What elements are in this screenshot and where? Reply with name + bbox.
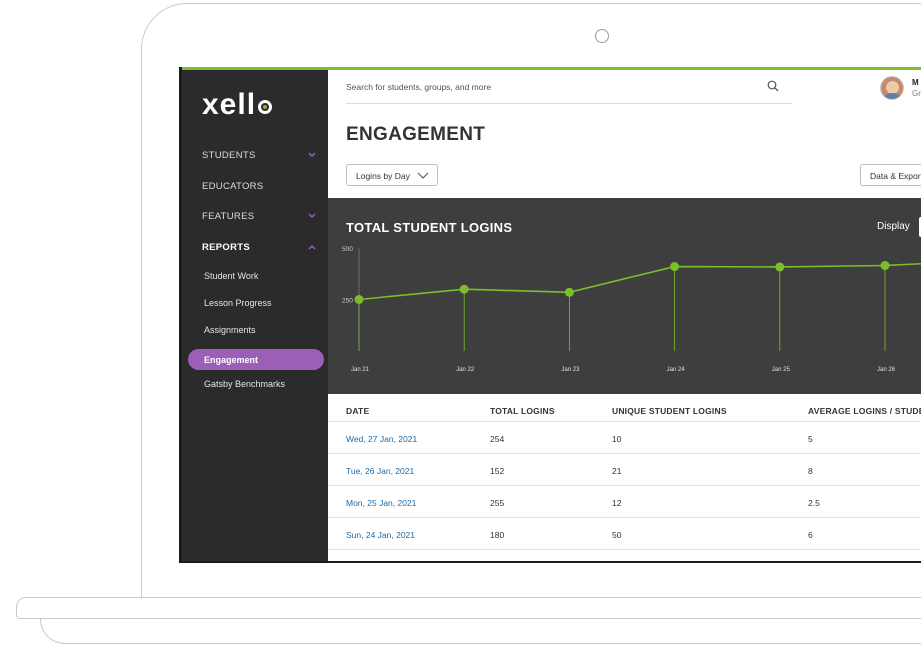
x-tick-label: Jan 21 xyxy=(351,367,370,373)
camera-icon xyxy=(595,29,609,43)
logo-text: xell xyxy=(202,88,257,121)
average-logins-cell: 8 xyxy=(808,466,813,476)
report-type-select[interactable]: Logins by Day xyxy=(346,164,438,186)
sidebar-item-features[interactable]: FEATURES xyxy=(202,211,254,222)
date-link[interactable]: Tue, 26 Jan, 2021 xyxy=(346,466,414,476)
date-link[interactable]: Sun, 24 Jan, 2021 xyxy=(346,530,415,540)
column-header-date[interactable]: DATE xyxy=(346,406,369,416)
sidebar-item-label: FEATURES xyxy=(202,211,255,222)
sidebar-item-label: STUDENTS xyxy=(202,150,256,161)
column-header-total-logins[interactable]: TOTAL LOGINS xyxy=(490,406,555,416)
chevron-down-icon[interactable] xyxy=(308,152,316,158)
data-point xyxy=(354,295,364,304)
sidebar-subitem-assignments[interactable]: Assignments xyxy=(204,325,256,335)
data-point xyxy=(564,287,574,297)
line-chart: 250 500 Jan 21 Jan 22 Jan 23 Jan 24 Jan 25 Jan … xyxy=(342,246,921,373)
series-line xyxy=(358,262,921,301)
table-row: Tue, 26 Jan, 2021 152 21 8 xyxy=(328,453,921,485)
search-icon[interactable] xyxy=(767,80,779,92)
laptop-base xyxy=(16,597,921,619)
sidebar-subitem-student-work[interactable]: Student Work xyxy=(204,271,258,281)
table-row-divider xyxy=(328,549,921,561)
unique-logins-cell: 10 xyxy=(612,434,622,444)
unique-logins-cell: 21 xyxy=(612,466,622,476)
select-value: Logins by Day xyxy=(356,171,410,181)
column-header-average-logins[interactable]: AVERAGE LOGINS / STUDEN xyxy=(808,406,921,416)
data-export-button[interactable]: Data & Export xyxy=(860,164,921,186)
chevron-up-icon[interactable] xyxy=(308,244,316,250)
sidebar-subitem-gatsby-benchmarks[interactable]: Gatsby Benchmarks xyxy=(204,379,285,389)
table-row: Wed, 27 Jan, 2021 254 10 5 xyxy=(328,421,921,453)
sidebar-item-label: REPORTS xyxy=(202,242,251,253)
unique-logins-cell: 50 xyxy=(612,530,622,540)
x-tick-label: Jan 23 xyxy=(561,367,580,373)
x-tick-label: Jan 24 xyxy=(667,367,686,373)
user-subtitle: Gr xyxy=(912,89,921,98)
chart-panel: TOTAL STUDENT LOGINS Display 250 500 Jan 2… xyxy=(328,198,921,394)
avatar[interactable] xyxy=(880,76,904,100)
search-input[interactable]: Search for students, groups, and more xyxy=(346,82,491,92)
data-point xyxy=(775,262,785,272)
sidebar-subitem-engagement-label: Engagement xyxy=(204,355,259,365)
table-row: Mon, 25 Jan, 2021 255 12 2.5 xyxy=(328,485,921,517)
y-tick-label: 500 xyxy=(342,246,353,253)
sidebar-item-reports[interactable]: REPORTS xyxy=(202,242,250,253)
app-screen: xell STUDENTS EDUCATORS FEATURES REPORTS… xyxy=(179,67,921,563)
sidebar-item-students[interactable]: STUDENTS xyxy=(202,150,256,161)
total-logins-cell: 255 xyxy=(490,498,505,508)
logo-o-mark xyxy=(258,100,273,114)
x-tick-label: Jan 26 xyxy=(877,367,896,373)
x-tick-label: Jan 22 xyxy=(456,367,475,373)
main-content: Search for students, groups, and more M … xyxy=(328,70,921,561)
search-underline xyxy=(346,103,792,104)
total-logins-cell: 254 xyxy=(490,434,505,444)
sidebar: xell STUDENTS EDUCATORS FEATURES REPORTS… xyxy=(182,70,328,561)
chevron-down-icon[interactable] xyxy=(308,213,316,219)
unique-logins-cell: 12 xyxy=(612,498,622,508)
sidebar-subitem-lesson-progress[interactable]: Lesson Progress xyxy=(204,298,272,308)
average-logins-cell: 2.5 xyxy=(808,498,820,508)
laptop-base-bottom xyxy=(40,619,921,644)
laptop-mockup: xell STUDENTS EDUCATORS FEATURES REPORTS… xyxy=(0,0,921,646)
sidebar-item-educators[interactable]: EDUCATORS xyxy=(202,181,263,192)
data-point xyxy=(459,284,469,294)
xello-logo[interactable]: xell xyxy=(202,88,273,122)
total-logins-cell: 180 xyxy=(490,530,505,540)
table-row: Sun, 24 Jan, 2021 180 50 6 xyxy=(328,517,921,549)
average-logins-cell: 6 xyxy=(808,530,813,540)
total-logins-cell: 152 xyxy=(490,466,505,476)
column-header-unique-logins[interactable]: UNIQUE STUDENT LOGINS xyxy=(612,406,727,416)
chevron-down-icon xyxy=(417,172,429,179)
sidebar-item-label: EDUCATORS xyxy=(202,181,264,192)
data-point xyxy=(880,261,890,271)
date-link[interactable]: Wed, 27 Jan, 2021 xyxy=(346,434,417,444)
x-tick-label: Jan 25 xyxy=(772,367,791,373)
date-link[interactable]: Mon, 25 Jan, 2021 xyxy=(346,498,416,508)
user-name: M xyxy=(912,78,919,87)
page-title: ENGAGEMENT xyxy=(346,124,486,145)
y-tick-label: 250 xyxy=(342,298,353,305)
data-point xyxy=(670,262,680,272)
average-logins-cell: 5 xyxy=(808,434,813,444)
